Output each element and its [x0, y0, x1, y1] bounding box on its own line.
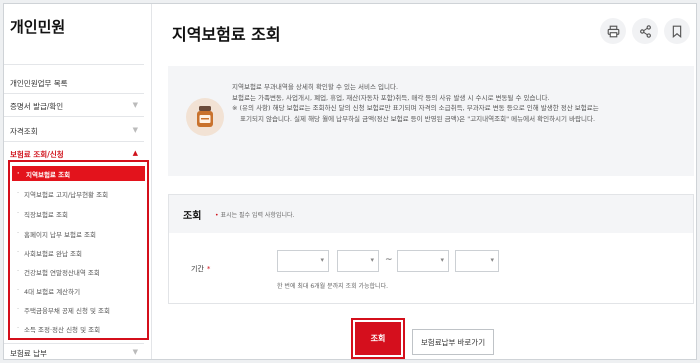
required-mark: *	[206, 265, 211, 273]
app-frame: 개인민원 개인민원업무 목록 증명서 발급/확인 ▼ 자격조회 ▼ 보험료 조회…	[3, 3, 697, 360]
sidebar-item-eligibility[interactable]: 자격조회 ▼	[10, 126, 140, 137]
start-year-select[interactable]: ▾	[277, 250, 329, 272]
sidebar-divider	[4, 141, 144, 142]
info-line: 보험료는 가족변동, 사업개시, 폐업, 휴업, 재산(자동차 포함)취득, 매…	[232, 93, 550, 102]
printer-icon	[607, 25, 619, 37]
submenu-item-income-adjust[interactable]: 소득 조정·정산 신청 및 조회	[17, 324, 146, 334]
submenu-item-full-payment[interactable]: 사회보험료 완납 조회	[17, 248, 146, 258]
sidebar-item-label: 자격조회	[10, 127, 38, 136]
bookmark-icon	[672, 25, 682, 38]
info-line: 지역보험료 부과내역을 상세히 확인할 수 있는 서비스 입니다.	[232, 83, 399, 91]
submenu-item-calculator[interactable]: 4대 보험료 계산하기	[17, 286, 146, 296]
goto-payment-button[interactable]: 보험료납부 바로가기	[412, 329, 494, 355]
end-year-select[interactable]: ▾	[397, 250, 449, 272]
required-note: • 표시는 필수 입력 사항입니다.	[215, 210, 294, 219]
query-title: 조회	[183, 211, 202, 222]
chevron-down-icon: ▼	[132, 126, 138, 134]
range-separator: ~	[385, 255, 393, 265]
sidebar-item-label: 보험료 조회/신청	[10, 150, 64, 159]
info-line: 표기되지 않습니다. 실제 해당 월에 납부하실 금액(정산 보험료 등이 반영…	[240, 114, 596, 123]
period-label: 기간 *	[191, 264, 210, 274]
chevron-down-icon: ▼	[132, 348, 138, 356]
sidebar-divider	[4, 343, 144, 344]
sidebar-item-list[interactable]: 개인민원업무 목록	[10, 78, 140, 89]
sidebar-item-payment[interactable]: 보험료 납부 ▼	[10, 348, 140, 359]
sidebar-title: 개인민원	[10, 18, 66, 36]
share-button[interactable]	[632, 18, 658, 44]
sidebar: 개인민원 개인민원업무 목록 증명서 발급/확인 ▼ 자격조회 ▼ 보험료 조회…	[4, 4, 152, 359]
submenu-item-web-payment[interactable]: 홈페이지 납부 보험료 조회	[17, 229, 146, 239]
medicine-jar-icon	[186, 98, 224, 136]
sidebar-item-label: 개인민원업무 목록	[10, 79, 68, 88]
sidebar-item-label: 증명서 발급/확인	[10, 102, 64, 111]
sidebar-item-label: 보험료 납부	[10, 349, 47, 358]
share-icon	[639, 24, 651, 38]
info-description: 지역보험료 부과내역을 상세히 확인할 수 있는 서비스 입니다. 보험료는 가…	[232, 82, 687, 124]
required-dot-icon: •	[215, 212, 219, 219]
sidebar-divider	[4, 116, 144, 117]
chevron-down-icon: ▾	[440, 256, 444, 264]
end-month-select[interactable]: ▾	[455, 250, 499, 272]
chevron-up-icon: ▲	[132, 149, 138, 157]
sidebar-item-certificates[interactable]: 증명서 발급/확인 ▼	[10, 101, 140, 112]
submenu-item-billing-status[interactable]: 지역보험료 고지/납부현황 조회	[17, 189, 146, 199]
period-hint: 한 번에 최대 6개월 분까지 조회 가능합니다.	[277, 283, 389, 290]
submenu-item-regional-premium[interactable]: 지역보험료 조회	[12, 166, 145, 181]
required-note-text: 표시는 필수 입력 사항입니다.	[220, 212, 295, 219]
search-button[interactable]: 조회	[355, 322, 401, 355]
sidebar-divider	[4, 93, 144, 94]
info-box: 지역보험료 부과내역을 상세히 확인할 수 있는 서비스 입니다. 보험료는 가…	[168, 66, 694, 176]
submenu-item-housing-debt[interactable]: 주택금융부채 공제 신청 및 조회	[17, 305, 146, 315]
sidebar-item-premium[interactable]: 보험료 조회/신청 ▲	[10, 149, 140, 160]
sidebar-divider	[4, 64, 144, 65]
info-line: ※ (유의 사항) 해당 보험료는 조회하신 달의 신청 보험료만 표기되며 자…	[232, 104, 599, 112]
print-button[interactable]	[600, 18, 626, 44]
chevron-down-icon: ▾	[320, 256, 324, 264]
chevron-down-icon: ▾	[490, 256, 494, 264]
period-label-text: 기간	[191, 265, 204, 273]
main-content: 지역보험료 조회 지역보험료 부과내역을 상세히 확인할 수 있는 서비스 입니…	[154, 4, 696, 359]
submenu-item-year-end[interactable]: 건강보험 연말정산내역 조회	[17, 267, 146, 277]
bookmark-button[interactable]	[664, 18, 690, 44]
query-form: 조회 • 표시는 필수 입력 사항입니다. 기간 * ▾ ▾ ~ ▾ ▾ 한 번에	[168, 194, 694, 304]
query-header: 조회 • 표시는 필수 입력 사항입니다.	[169, 195, 693, 233]
submenu-premium: 지역보험료 조회 지역보험료 고지/납부현황 조회 직장보험료 조회 홈페이지 …	[8, 160, 149, 340]
chevron-down-icon: ▼	[132, 101, 138, 109]
chevron-down-icon: ▾	[370, 256, 374, 264]
submenu-item-workplace-premium[interactable]: 직장보험료 조회	[17, 209, 146, 219]
start-month-select[interactable]: ▾	[337, 250, 379, 272]
page-title: 지역보험료 조회	[172, 25, 281, 44]
